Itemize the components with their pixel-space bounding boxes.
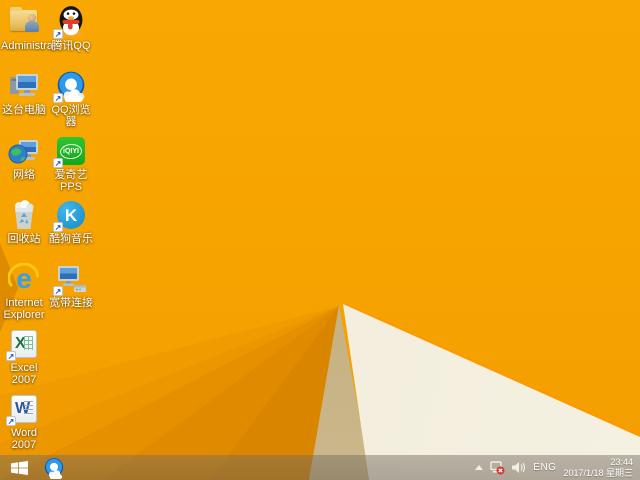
volume-icon[interactable]: [512, 461, 526, 474]
desktop-icon-tencent-qq[interactable]: ↗ 腾讯QQ: [48, 6, 94, 52]
svg-text:e: e: [16, 263, 32, 294]
broadband-connection-icon: ↗: [55, 263, 87, 295]
shortcut-arrow-icon: ↗: [6, 416, 16, 426]
this-pc-icon: [8, 70, 40, 102]
desktop-icon-qq-browser[interactable]: ↗ QQ浏览器: [48, 70, 94, 128]
desktop-icon-word-2007[interactable]: W ↗ Word 2007: [1, 393, 47, 451]
word-icon: W ↗: [8, 393, 40, 425]
user-folder-icon: [8, 6, 40, 38]
desktop-icon-iqiyi-pps[interactable]: iQIYI ↗ 爱奇艺PPS: [48, 135, 94, 193]
desktop-icon-label: 酷狗音乐: [48, 233, 94, 245]
desktop-icon-user-folder[interactable]: Administra...: [1, 6, 47, 52]
start-button[interactable]: [0, 455, 38, 480]
show-hidden-icons-button[interactable]: [475, 465, 483, 470]
clock-date: 2017/1/18 星期三: [563, 468, 633, 479]
internet-explorer-icon: e: [8, 263, 40, 295]
network-status-icon[interactable]: [490, 461, 505, 475]
desktop-icon-internet-explorer[interactable]: e Internet Explorer: [1, 263, 47, 321]
qq-browser-icon: [43, 457, 65, 479]
qq-browser-icon: ↗: [55, 70, 87, 102]
desktop-icon-label: 这台电脑: [1, 104, 47, 116]
iqiyi-icon: iQIYI ↗: [55, 135, 87, 167]
shortcut-arrow-icon: ↗: [6, 351, 16, 361]
taskbar-clock[interactable]: 23:44 2017/1/18 星期三: [563, 457, 633, 479]
taskbar: ENG 23:44 2017/1/18 星期三: [0, 455, 640, 480]
desktop-icon-broadband[interactable]: ↗ 宽带连接: [48, 263, 94, 309]
desktop-icon-label: 回收站: [1, 233, 47, 245]
network-icon: [8, 135, 40, 167]
desktop-icon-label: Internet Explorer: [1, 297, 47, 321]
language-indicator[interactable]: ENG: [533, 462, 556, 473]
desktop-icon-label: QQ浏览器: [48, 104, 94, 128]
desktop: Administra... 这台电脑: [0, 0, 640, 480]
desktop-icon-label: 腾讯QQ: [48, 40, 94, 52]
desktop-icon-kugou-music[interactable]: K ↗ 酷狗音乐: [48, 199, 94, 245]
desktop-icon-label: 网络: [1, 169, 47, 181]
qq-penguin-icon: ↗: [55, 6, 87, 38]
desktop-icon-label: 爱奇艺PPS: [48, 169, 94, 193]
shortcut-arrow-icon: ↗: [53, 158, 63, 168]
desktop-icon-excel-2007[interactable]: X ↗ Excel 2007: [1, 328, 47, 386]
recycle-bin-icon: [8, 199, 40, 231]
desktop-icon-label: 宽带连接: [48, 297, 94, 309]
desktop-icon-label: Administra...: [1, 40, 47, 52]
shortcut-arrow-icon: ↗: [53, 286, 63, 296]
desktop-icon-network[interactable]: 网络: [1, 135, 47, 181]
wallpaper: [0, 0, 640, 480]
excel-icon: X ↗: [8, 328, 40, 360]
system-tray: ENG 23:44 2017/1/18 星期三: [475, 457, 640, 479]
kugou-icon: K ↗: [55, 199, 87, 231]
desktop-icon-recycle-bin[interactable]: 回收站: [1, 199, 47, 245]
windows-logo-icon: [11, 461, 28, 475]
clock-time: 23:44: [563, 457, 633, 468]
shortcut-arrow-icon: ↗: [53, 222, 63, 232]
shortcut-arrow-icon: ↗: [53, 29, 63, 39]
desktop-icon-label: Excel 2007: [1, 362, 47, 386]
desktop-icon-this-pc[interactable]: 这台电脑: [1, 70, 47, 116]
desktop-icon-label: Word 2007: [1, 427, 47, 451]
taskbar-qq-browser-button[interactable]: [38, 455, 70, 480]
shortcut-arrow-icon: ↗: [53, 93, 63, 103]
